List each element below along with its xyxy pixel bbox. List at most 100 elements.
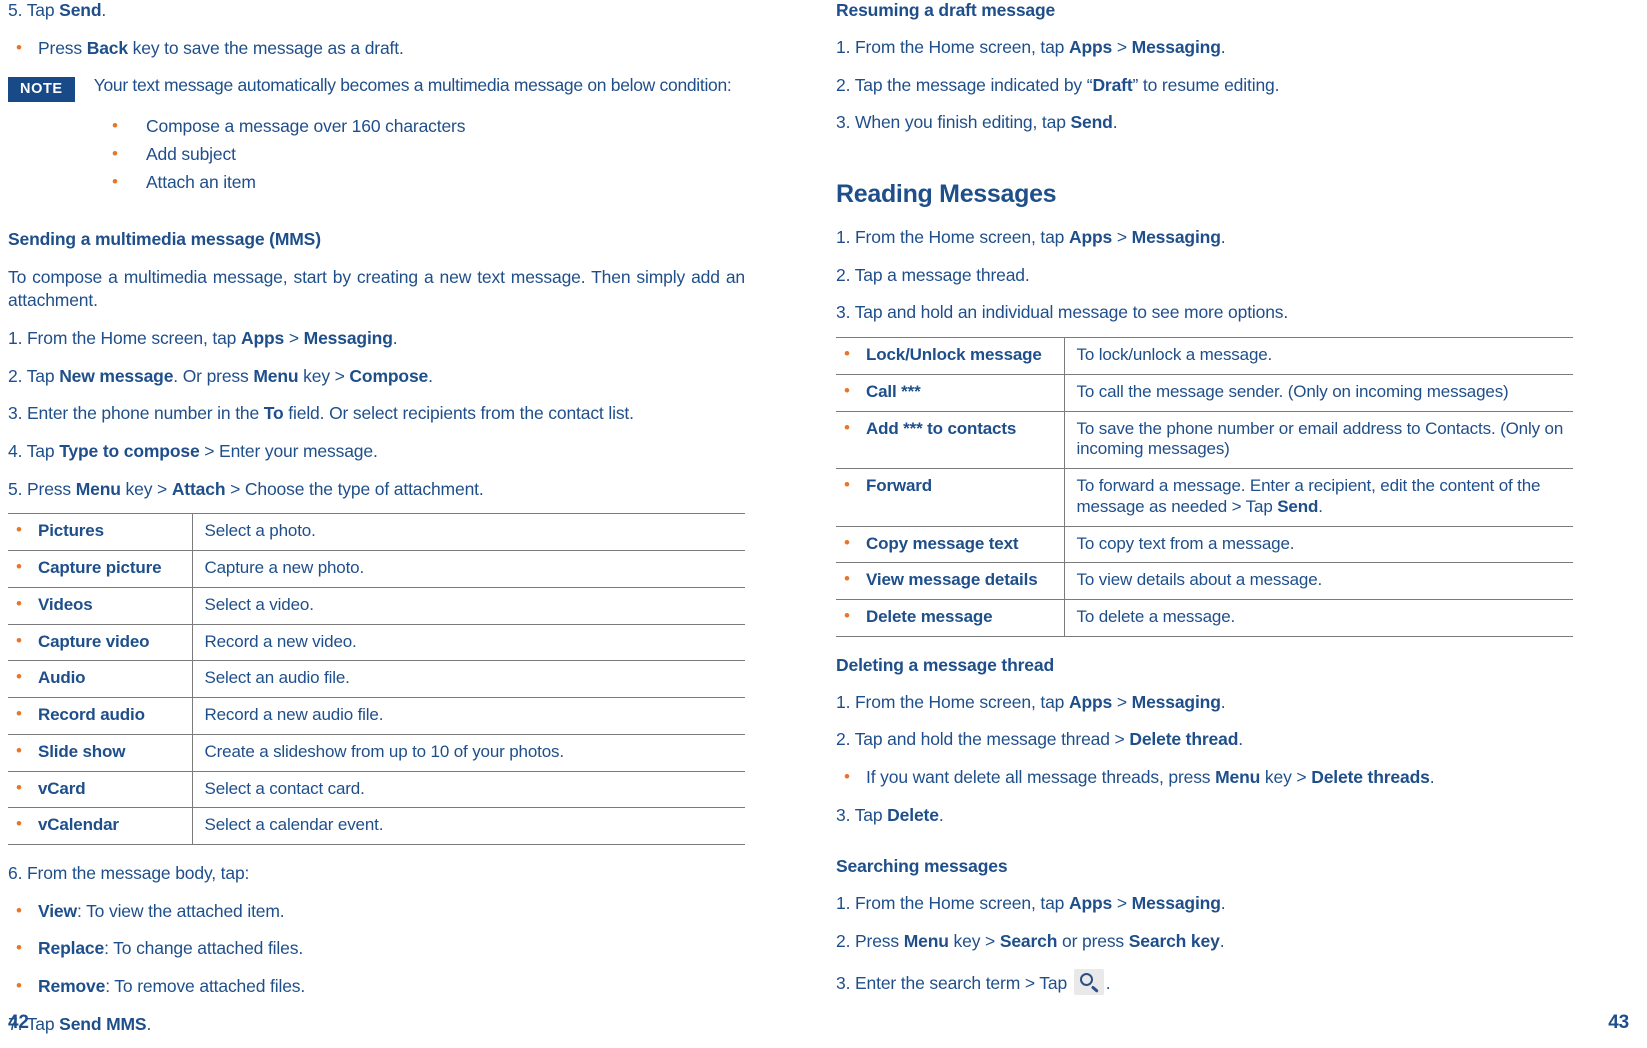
attachment-key-7: vCard [8, 770, 193, 809]
bullet-back-prefix: Press [38, 37, 87, 58]
reading-step-1-text: From the Home screen, tap [855, 227, 1069, 248]
reading-step-1-b2: Messaging [1131, 227, 1221, 248]
deleting-all-threads-bullet: If you want delete all message threads, … [836, 766, 1573, 789]
mms-step-3-b1: To [263, 403, 284, 424]
attachment-val-1: Capture a new photo. [192, 550, 745, 588]
attachment-val-4: Select an audio file. [192, 660, 745, 699]
table-row: Call *** To call the message sender. (On… [836, 373, 1573, 412]
body-option-replace: Replace: To change attached files. [8, 937, 745, 960]
reading-step-2-text: Tap a message thread. [854, 264, 1030, 285]
attachment-key-6: Slide show [8, 733, 193, 772]
deleting-step-2-num: 2. [836, 729, 855, 750]
deleting-bullet-prefix: If you want delete all message threads, … [866, 767, 1216, 788]
mms-step-2-mid2: key > [298, 365, 350, 386]
heading-searching-messages: Searching messages [836, 856, 1008, 877]
deleting-step-2-text: Tap and hold the message thread > [854, 729, 1130, 750]
table-row: Delete message To delete a message. [836, 599, 1573, 637]
table-row: Pictures Select a photo. [8, 513, 745, 552]
mms-step-1-b2: Messaging [303, 327, 393, 348]
resuming-step-3: 3. When you finish editing, tap Send. [836, 112, 1573, 134]
mms-step-5-text: Press [27, 478, 76, 499]
reading-step-1-mid: > [1112, 227, 1132, 248]
reading-step-3-text: Tap and hold an individual message to se… [854, 302, 1289, 323]
step-6-intro: 6. From the message body, tap: [8, 862, 250, 883]
searching-step-2-b1: Menu [903, 931, 949, 952]
deleting-step-1-b2: Messaging [1131, 691, 1221, 712]
right-page-column: Resuming a draft message 1. From the Hom… [836, 0, 1573, 1011]
deleting-step-1-end: . [1220, 691, 1226, 712]
resuming-step-1: 1. From the Home screen, tap Apps > Mess… [836, 37, 1573, 59]
mms-step-1: 1. From the Home screen, tap Apps > Mess… [8, 328, 745, 350]
page-number-left: 42 [8, 1012, 29, 1033]
attachment-val-0: Select a photo. [192, 513, 745, 552]
note-body-text: Your text message automatically becomes … [93, 75, 732, 96]
table-row: vCard Select a contact card. [8, 770, 745, 809]
attachment-val-2: Select a video. [192, 586, 745, 625]
attachment-val-7: Select a contact card. [192, 770, 745, 809]
resuming-step-1-text: From the Home screen, tap [855, 37, 1069, 57]
searching-step-2-b3: Search key [1128, 931, 1220, 952]
option-key-5: View message details [836, 562, 1065, 600]
manual-page-spread: 5. Tap Send. Press Back key to save the … [0, 0, 1647, 1048]
step-5-suffix: . [101, 0, 107, 20]
deleting-step-3-bold: Delete [887, 804, 939, 825]
searching-step-3: 3. Enter the search term > Tap . [836, 968, 1573, 995]
deleting-step-3: 3. Tap Delete. [836, 805, 1573, 827]
deleting-bullet-end: . [1429, 767, 1435, 788]
attachment-key-2: Videos [8, 586, 193, 625]
mms-step-3-end: field. Or select recipients from the con… [283, 403, 634, 424]
bullet-press-back-draft: Press Back key to save the message as a … [8, 37, 745, 60]
deleting-step-2: 2. Tap and hold the message thread > Del… [836, 729, 1573, 751]
table-row: Capture picture Capture a new photo. [8, 550, 745, 588]
step-7-bold: Send MMS [59, 1013, 147, 1034]
mms-step-3-text: Enter the phone number in the [27, 403, 264, 424]
mms-step-4-text: Tap [26, 441, 60, 461]
option-key-3: Forward [836, 468, 1065, 527]
mms-step-2-end: . [428, 365, 433, 386]
body-option-view: View: To view the attached item. [8, 900, 745, 923]
searching-step-1-end: . [1220, 893, 1226, 914]
resuming-step-1-end: . [1220, 37, 1226, 57]
mms-step-2-mid: . Or press [173, 365, 254, 386]
deleting-step-2-end: . [1238, 729, 1243, 750]
option-key-1: Call *** [836, 373, 1065, 412]
note-body: Your text message automatically becomes … [94, 75, 745, 97]
mms-step-1-end: . [392, 327, 398, 348]
mms-step-1-text: From the Home screen, tap [27, 327, 241, 348]
note-item-0: Compose a message over 160 characters [8, 115, 745, 138]
message-options-table: Lock/Unlock message To lock/unlock a mes… [836, 337, 1573, 637]
table-row: Capture video Record a new video. [8, 623, 745, 662]
reading-step-2-num: 2. [836, 264, 855, 285]
deleting-step-1-mid: > [1112, 691, 1132, 712]
attachment-val-3: Record a new video. [192, 623, 745, 662]
resuming-step-2-text: Tap the message indicated by “ [854, 74, 1093, 95]
mms-step-3-num: 3. [8, 403, 28, 424]
table-row: View message details To view details abo… [836, 562, 1573, 600]
mms-step-1-num: 1. [8, 327, 28, 348]
mms-step-4-num: 4. [8, 441, 27, 461]
searching-step-1-num: 1. [836, 893, 856, 914]
option-val-3: To forward a message. Enter a recipient,… [1064, 468, 1573, 527]
searching-step-2-mid: key > [948, 931, 1000, 952]
note-badge: NOTE [8, 77, 75, 103]
searching-step-2-end: . [1219, 931, 1225, 952]
bullet-back-suffix: key to save the message as a draft. [127, 37, 404, 58]
deleting-bullet-b2: Delete threads [1311, 767, 1430, 788]
mms-step-2-b2: Menu [253, 365, 299, 386]
mms-step-2: 2. Tap New message. Or press Menu key > … [8, 366, 745, 388]
option-val-5: To view details about a message. [1064, 562, 1573, 600]
resuming-step-2-b1: Draft [1092, 74, 1133, 95]
searching-step-2-mid2: or press [1057, 931, 1129, 952]
attachment-key-4: Audio [8, 660, 193, 699]
option-val-4: To copy text from a message. [1064, 525, 1573, 564]
searching-step-1-b1: Apps [1068, 893, 1113, 914]
option-key-4: Copy message text [836, 525, 1065, 564]
option-val-2: To save the phone number or email addres… [1064, 410, 1573, 470]
searching-step-2-b2: Search [999, 931, 1058, 952]
option-key-0: Lock/Unlock message [836, 337, 1065, 375]
deleting-step-1-text: From the Home screen, tap [855, 691, 1069, 712]
step-5-tap-send: 5. Tap Send. [8, 0, 745, 22]
option-val-6: To delete a message. [1064, 599, 1573, 637]
attachment-key-1: Capture picture [8, 550, 193, 588]
